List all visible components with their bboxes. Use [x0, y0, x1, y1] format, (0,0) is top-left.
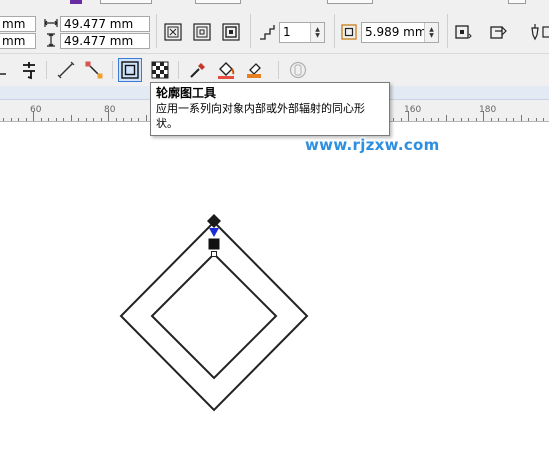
contour-offset-spinner[interactable]: 5.989 mm ▲ ▼	[361, 22, 439, 43]
eyedropper-tool-icon[interactable]	[186, 58, 210, 82]
width-field[interactable]: 49.477 mm	[60, 16, 150, 32]
separator	[112, 61, 113, 79]
inner-node-handle[interactable]	[211, 251, 217, 257]
separator	[278, 61, 279, 79]
offset-spin-arrows[interactable]: ▲ ▼	[424, 23, 438, 42]
contour-corners-icon[interactable]	[452, 21, 474, 43]
contour-offset-value: 5.989 mm	[365, 25, 427, 39]
watermark-text: www.rjzxw.com	[305, 136, 440, 154]
separator	[334, 14, 335, 48]
text-tool-icon[interactable]	[17, 58, 41, 82]
separator	[46, 61, 47, 79]
fill-bucket-tool-icon[interactable]	[214, 58, 238, 82]
separator	[156, 14, 157, 48]
tooltip-title: 轮廓图工具	[156, 86, 217, 100]
contour-offset-icon	[338, 21, 360, 43]
inside-contour-icon[interactable]	[191, 21, 213, 43]
disabled-tool-icon	[286, 58, 310, 82]
outside-contour-icon[interactable]	[220, 21, 242, 43]
outline-color-icon[interactable]	[488, 21, 510, 43]
crop-tool-icon[interactable]	[0, 58, 8, 82]
inner-diamond-shape[interactable]	[150, 252, 278, 380]
contour-steps-value: 1	[283, 25, 291, 39]
connector-tool-icon[interactable]	[82, 58, 106, 82]
separator	[447, 14, 448, 48]
contour-steps-icon	[256, 21, 278, 43]
property-bar: mm mm 49.477 mm 49.477 mm 1 ▲ ▼ 5.989 mm …	[0, 0, 549, 54]
ruler-label: 180	[479, 105, 497, 115]
contour-steps-spinner[interactable]: 1 ▲ ▼	[279, 22, 325, 43]
height-icon	[42, 30, 60, 50]
to-center-icon[interactable]	[162, 21, 184, 43]
steps-spin-arrows[interactable]: ▲ ▼	[310, 23, 324, 42]
tooltip-description: 应用一系列向对象内部或外部辐射的同心形状。	[156, 102, 365, 130]
fill-color-icon[interactable]	[540, 21, 549, 43]
contour-tool-tooltip: 轮廓图工具 应用一系列向对象内部或外部辐射的同心形状。	[150, 82, 390, 136]
transparency-tool-icon[interactable]	[148, 58, 172, 82]
height-field[interactable]: 49.477 mm	[60, 33, 150, 49]
y-position-field[interactable]: mm	[0, 33, 36, 49]
ruler-label: 160	[404, 105, 422, 115]
interactive-fill-tool-icon[interactable]	[242, 58, 266, 82]
drawing-canvas[interactable]	[0, 122, 549, 458]
dimension-tool-icon[interactable]	[54, 58, 78, 82]
contour-direction-arrow[interactable]	[209, 228, 219, 237]
contour-offset-handle[interactable]	[208, 238, 220, 250]
separator	[178, 61, 179, 79]
outer-contour-diamond[interactable]	[119, 220, 309, 412]
ruler-label: 60	[30, 105, 42, 115]
x-position-field[interactable]: mm	[0, 16, 36, 32]
contour-tool-icon[interactable]	[118, 58, 142, 82]
drawing-surface	[119, 214, 309, 412]
ruler-label: 80	[104, 105, 116, 115]
separator	[250, 14, 251, 48]
